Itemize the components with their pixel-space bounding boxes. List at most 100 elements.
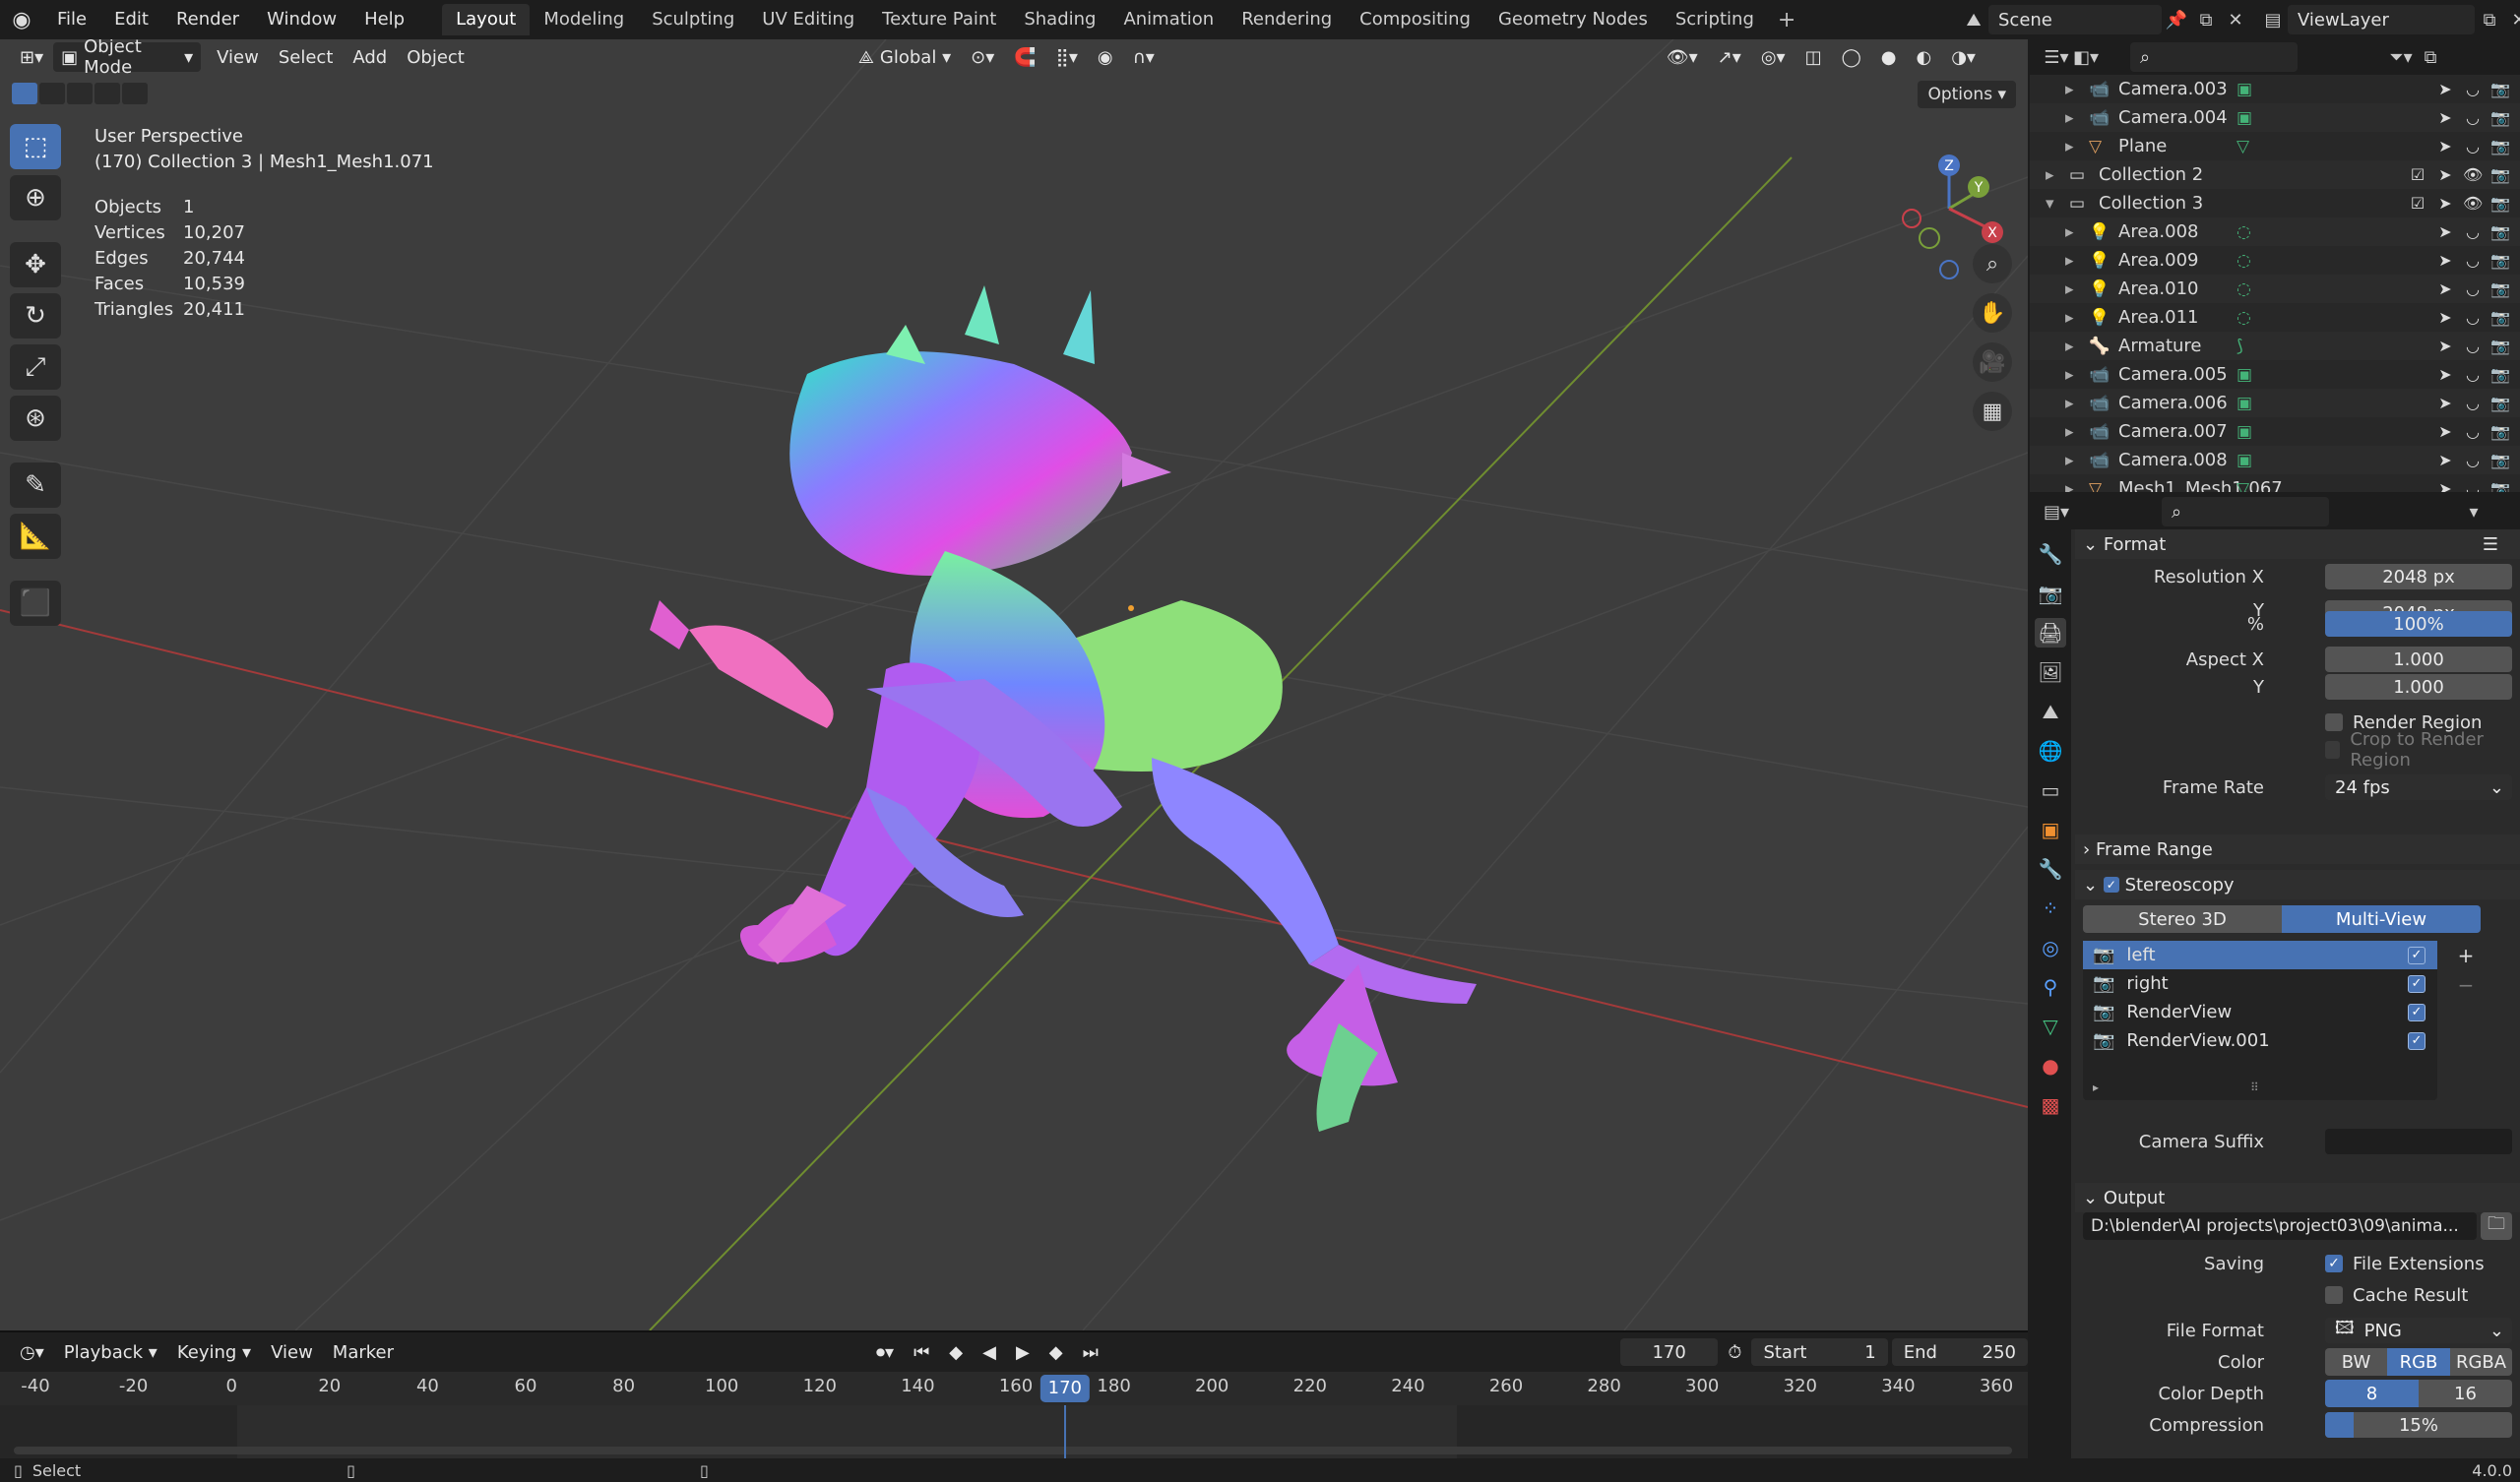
outliner-row[interactable]: ▸ 📹 Camera.005 ▣ ➤ ◡ 📷 bbox=[2030, 360, 2520, 389]
multi-view-button[interactable]: Multi-View bbox=[2282, 905, 2481, 933]
collection-exclude-checkbox[interactable]: ☑ bbox=[2408, 165, 2427, 184]
solid-shading-icon[interactable]: ● bbox=[1871, 42, 1907, 72]
transform-orientation-dropdown[interactable]: ⟁ Global ▾ bbox=[849, 42, 961, 72]
view-layer-tab-icon[interactable]: 🖼 bbox=[2035, 657, 2066, 687]
blender-logo-icon[interactable]: ◉ bbox=[0, 0, 43, 39]
color-rgba-button[interactable]: RGBA bbox=[2450, 1348, 2512, 1376]
visibility-eye-icon[interactable]: ◡ bbox=[2463, 108, 2483, 127]
outliner-row[interactable]: ▸ ▭ Collection 2 ☑ ➤ 👁 📷 bbox=[2030, 160, 2520, 189]
tab-animation[interactable]: Animation bbox=[1109, 4, 1228, 35]
visibility-eye-icon[interactable]: ◡ bbox=[2463, 365, 2483, 384]
end-frame-field[interactable]: End 250 bbox=[1891, 1338, 2028, 1366]
chevron-right-icon[interactable]: ▸ bbox=[2065, 451, 2074, 470]
constraints-tab-icon[interactable]: ⚲ bbox=[2035, 972, 2066, 1002]
render-camera-icon[interactable]: 📷 bbox=[2490, 251, 2510, 270]
outliner-row[interactable]: ▸ ▽ Mesh1_Mesh1.067 ▽ ➤ ◡ 📷 bbox=[2030, 474, 2520, 492]
color-bw-button[interactable]: BW bbox=[2325, 1348, 2387, 1376]
armature-data-icon[interactable]: ⟆ bbox=[2236, 337, 2243, 356]
chevron-right-icon[interactable]: ▸ bbox=[2065, 337, 2074, 356]
camera-data-icon[interactable]: ▣ bbox=[2236, 108, 2252, 128]
selectable-arrow-icon[interactable]: ➤ bbox=[2435, 251, 2455, 270]
menu-help[interactable]: Help bbox=[350, 0, 418, 39]
render-camera-icon[interactable]: 📷 bbox=[2490, 137, 2510, 155]
tab-rendering[interactable]: Rendering bbox=[1228, 4, 1346, 35]
next-keyframe-icon[interactable]: ◆ bbox=[1040, 1337, 1073, 1367]
play-icon[interactable]: ▶ bbox=[1006, 1337, 1040, 1367]
proportional-edit-icon[interactable]: ◉ bbox=[1088, 42, 1123, 72]
list-item[interactable]: 📷 RenderView.001 ✓ bbox=[2083, 1026, 2437, 1055]
camera-suffix-input[interactable] bbox=[2325, 1129, 2512, 1154]
selectable-arrow-icon[interactable]: ➤ bbox=[2435, 165, 2455, 184]
chevron-right-icon[interactable]: ▸ bbox=[2065, 279, 2074, 299]
visibility-eye-icon[interactable]: ◡ bbox=[2463, 337, 2483, 355]
camera-data-icon[interactable]: ▣ bbox=[2236, 451, 2252, 470]
light-data-icon[interactable]: ◌ bbox=[2236, 279, 2251, 299]
aspect-y-field[interactable]: 1.000 bbox=[2325, 674, 2512, 700]
wireframe-shading-icon[interactable]: ◯ bbox=[1832, 42, 1871, 72]
world-tab-icon[interactable]: 🌐 bbox=[2035, 736, 2066, 766]
particles-tab-icon[interactable]: ⁘ bbox=[2035, 894, 2066, 923]
outliner-row[interactable]: ▾ ▭ Collection 3 ☑ ➤ 👁 📷 bbox=[2030, 189, 2520, 217]
mesh-data-icon[interactable]: ▽ bbox=[2236, 479, 2249, 493]
mesh-data-icon[interactable]: ▽ bbox=[2236, 137, 2249, 156]
resolution-x-field[interactable]: 2048 px bbox=[2325, 564, 2512, 589]
select-intersect-icon[interactable] bbox=[122, 83, 148, 104]
scale-tool-icon[interactable]: ⤢ bbox=[10, 344, 61, 390]
view-enabled-checkbox[interactable]: ✓ bbox=[2408, 946, 2426, 964]
timeline-editor-type-icon[interactable]: ◷▾ bbox=[10, 1337, 54, 1367]
physics-tab-icon[interactable]: ◎ bbox=[2035, 933, 2066, 962]
frame-range-panel-header[interactable]: › Frame Range bbox=[2075, 834, 2520, 864]
list-resize-handle-icon[interactable]: ⠿ bbox=[2250, 1081, 2259, 1094]
prev-keyframe-icon[interactable]: ◆ bbox=[939, 1337, 973, 1367]
visibility-eye-icon[interactable]: 👁 bbox=[2463, 194, 2483, 213]
data-tab-icon[interactable]: ▽ bbox=[2035, 1012, 2066, 1041]
rotate-tool-icon[interactable]: ↻ bbox=[10, 293, 61, 339]
chevron-down-icon[interactable]: ▾ bbox=[2046, 194, 2054, 214]
compression-slider[interactable]: 15% bbox=[2325, 1412, 2512, 1438]
playback-menu[interactable]: Playback ▾ bbox=[54, 1337, 167, 1367]
cache-result-checkbox[interactable]: Cache Result bbox=[2325, 1285, 2468, 1306]
pan-hand-icon[interactable]: ✋ bbox=[1973, 293, 2012, 333]
texture-tab-icon[interactable]: ▩ bbox=[2035, 1090, 2066, 1120]
visibility-eye-icon[interactable]: ◡ bbox=[2463, 451, 2483, 469]
outliner-row[interactable]: ▸ 💡 Area.011 ◌ ➤ ◡ 📷 bbox=[2030, 303, 2520, 332]
outliner-row[interactable]: ▸ 📹 Camera.003 ▣ ➤ ◡ 📷 bbox=[2030, 75, 2520, 103]
collection-exclude-checkbox[interactable]: ☑ bbox=[2408, 194, 2427, 213]
timeline-scrollbar[interactable] bbox=[14, 1447, 2012, 1454]
jump-end-icon[interactable]: ⏭ bbox=[1073, 1337, 1108, 1367]
folder-icon[interactable]: 🗀 bbox=[2481, 1212, 2512, 1240]
properties-options-icon[interactable]: ▾ bbox=[2459, 497, 2488, 526]
material-tab-icon[interactable]: ● bbox=[2035, 1051, 2066, 1081]
select-subtract-icon[interactable] bbox=[67, 83, 93, 104]
falloff-icon[interactable]: ∩▾ bbox=[1123, 42, 1165, 72]
delete-scene-icon[interactable]: ✕ bbox=[2221, 5, 2250, 34]
visibility-eye-icon[interactable]: ◡ bbox=[2463, 479, 2483, 492]
record-icon[interactable]: ⏺▾ bbox=[866, 1337, 904, 1367]
tab-texture-paint[interactable]: Texture Paint bbox=[868, 4, 1010, 35]
snap-icon[interactable]: 🧲 bbox=[1004, 42, 1045, 72]
render-camera-icon[interactable]: 📷 bbox=[2490, 165, 2510, 184]
file-format-dropdown[interactable]: 🖾 PNG ⌄ bbox=[2325, 1318, 2512, 1343]
view-layer-field[interactable]: ViewLayer bbox=[2288, 5, 2475, 34]
tab-geometry-nodes[interactable]: Geometry Nodes bbox=[1484, 4, 1662, 35]
outliner-row[interactable]: ▸ 💡 Area.008 ◌ ➤ ◡ 📷 bbox=[2030, 217, 2520, 246]
options-dropdown[interactable]: Options ▾ bbox=[1918, 81, 2016, 108]
scene-name-field[interactable]: Scene bbox=[1988, 5, 2162, 34]
visibility-icon[interactable]: 👁▾ bbox=[1657, 42, 1708, 72]
render-camera-icon[interactable]: 📷 bbox=[2490, 394, 2510, 412]
menu-edit[interactable]: Edit bbox=[100, 0, 162, 39]
material-shading-icon[interactable]: ◐ bbox=[1906, 42, 1941, 72]
menu-file[interactable]: File bbox=[43, 0, 100, 39]
render-camera-icon[interactable]: 📷 bbox=[2490, 194, 2510, 213]
chevron-right-icon[interactable]: ▸ bbox=[2065, 251, 2074, 271]
visibility-eye-icon[interactable]: ◡ bbox=[2463, 422, 2483, 441]
render-camera-icon[interactable]: 📷 bbox=[2490, 365, 2510, 384]
selectable-arrow-icon[interactable]: ➤ bbox=[2435, 279, 2455, 298]
render-camera-icon[interactable]: 📷 bbox=[2490, 337, 2510, 355]
annotate-tool-icon[interactable]: ✎ bbox=[10, 463, 61, 508]
selectable-arrow-icon[interactable]: ➤ bbox=[2435, 108, 2455, 127]
chevron-right-icon[interactable]: ▸ bbox=[2065, 308, 2074, 328]
crop-region-checkbox[interactable]: Crop to Render Region bbox=[2325, 729, 2520, 771]
camera-data-icon[interactable]: ▣ bbox=[2236, 80, 2252, 99]
current-frame-field[interactable]: 170 bbox=[1619, 1338, 1719, 1366]
